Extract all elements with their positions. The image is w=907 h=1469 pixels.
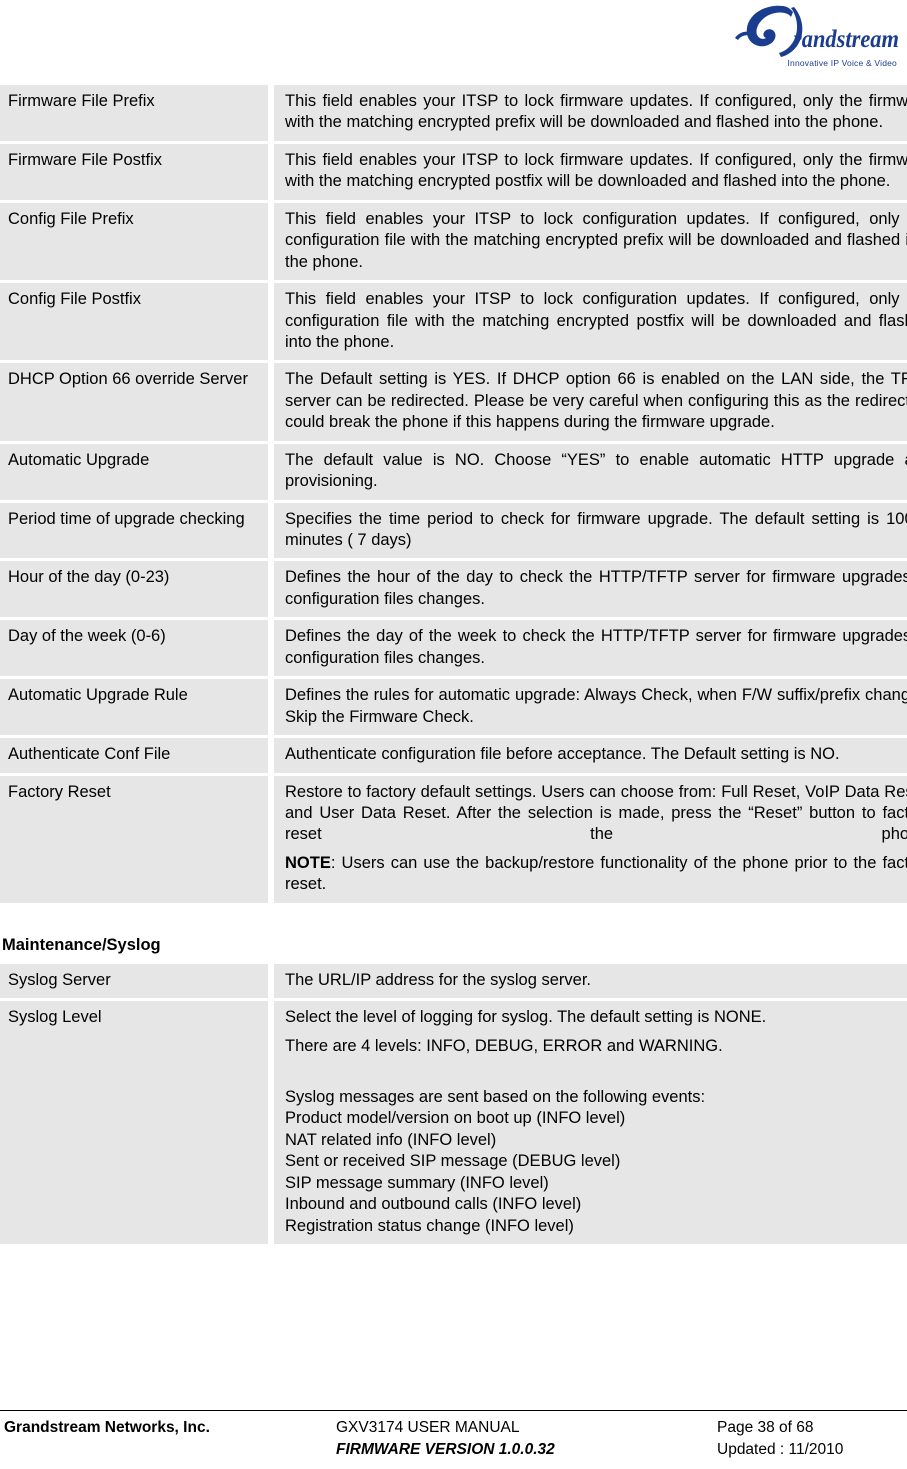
table-row: Config File Prefix This field enables yo… xyxy=(0,202,907,281)
setting-label: Firmware File Postfix xyxy=(0,143,274,200)
setting-label: DHCP Option 66 override Server xyxy=(0,363,274,441)
syslog-event-item: SIP message summary (INFO level) xyxy=(285,1173,549,1192)
table-row: Hour of the day (0-23) Defines the hour … xyxy=(0,561,907,618)
table-row: Day of the week (0-6) Defines the day of… xyxy=(0,620,907,677)
footer-manual-title: GXV3174 USER MANUAL xyxy=(336,1419,520,1436)
footer-content: Grandstream Networks, Inc. GXV3174 USER … xyxy=(0,1417,907,1461)
setting-label: Config File Prefix xyxy=(0,202,274,281)
syslog-event-item: Registration status change (INFO level) xyxy=(285,1216,574,1235)
setting-label: Factory Reset xyxy=(0,775,274,903)
syslog-table-body: Syslog Server The URL/IP address for the… xyxy=(0,963,907,1245)
setting-description: This field enables your ITSP to lock con… xyxy=(274,202,907,281)
footer-updated-date: Updated : 11/2010 xyxy=(717,1441,844,1458)
footer-divider xyxy=(0,1410,907,1411)
grandstream-logo: randstream Innovative IP Voice & Video xyxy=(705,2,901,68)
setting-description: Defines the rules for automatic upgrade:… xyxy=(274,679,907,736)
table-row: Syslog Level Select the level of logging… xyxy=(0,1001,907,1245)
table-row: Automatic Upgrade Rule Defines the rules… xyxy=(0,679,907,736)
setting-description: Select the level of logging for syslog. … xyxy=(274,1001,907,1245)
syslog-events-intro: Syslog messages are sent based on the fo… xyxy=(285,1088,706,1106)
footer-firmware-version: FIRMWARE VERSION 1.0.0.32 xyxy=(336,1441,555,1458)
table-row: Firmware File Postfix This field enables… xyxy=(0,143,907,200)
syslog-event-item: Sent or received SIP message (DEBUG leve… xyxy=(285,1152,621,1171)
factory-reset-description: Restore to factory default settings. Use… xyxy=(285,782,907,844)
setting-description: The Default setting is YES. If DHCP opti… xyxy=(274,363,907,441)
footer-company-name: Grandstream Networks, Inc. xyxy=(4,1419,210,1436)
setting-description: This field enables your ITSP to lock con… xyxy=(274,283,907,361)
setting-label: Hour of the day (0-23) xyxy=(0,561,274,618)
setting-description: Authenticate configuration file before a… xyxy=(274,738,907,773)
setting-label: Period time of upgrade checking xyxy=(0,502,274,559)
setting-label: Config File Postfix xyxy=(0,283,274,361)
setting-label: Automatic Upgrade Rule xyxy=(0,679,274,736)
table-row: Automatic Upgrade The default value is N… xyxy=(0,443,907,500)
syslog-event-item: Product model/version on boot up (INFO l… xyxy=(285,1109,626,1128)
grandstream-logo-icon: randstream xyxy=(735,5,899,57)
table-row: Period time of upgrade checking Specifie… xyxy=(0,502,907,559)
logo-tagline: Innovative IP Voice & Video xyxy=(787,58,897,68)
setting-label: Syslog Level xyxy=(0,1001,274,1245)
setting-label: Day of the week (0-6) xyxy=(0,620,274,677)
setting-description: Defines the day of the week to check the… xyxy=(274,620,907,677)
note-label: NOTE xyxy=(285,853,331,872)
syslog-event-item: NAT related info (INFO level) xyxy=(285,1130,497,1149)
setting-label: Authenticate Conf File xyxy=(0,738,274,773)
table-row: DHCP Option 66 override Server The Defau… xyxy=(0,363,907,441)
syslog-event-item: Inbound and outbound calls (INFO level) xyxy=(285,1195,582,1214)
footer-document-info: GXV3174 USER MANUAL FIRMWARE VERSION 1.0… xyxy=(296,1417,717,1461)
syslog-settings-table: Syslog Server The URL/IP address for the… xyxy=(0,961,907,1247)
setting-description: The URL/IP address for the syslog server… xyxy=(274,963,907,999)
upgrade-settings-table: Firmware File Prefix This field enables … xyxy=(0,82,907,906)
page-header: randstream Innovative IP Voice & Video xyxy=(0,0,907,82)
footer-page-number: Page 38 of 68 xyxy=(717,1419,814,1436)
setting-description: The default value is NO. Choose “YES” to… xyxy=(274,443,907,500)
setting-description: This field enables your ITSP to lock fir… xyxy=(274,143,907,200)
setting-description: Restore to factory default settings. Use… xyxy=(274,775,907,903)
table-row: Factory Reset Restore to factory default… xyxy=(0,775,907,903)
table-row: Authenticate Conf File Authenticate conf… xyxy=(0,738,907,773)
factory-reset-note: NOTE: Users can use the backup/restore f… xyxy=(285,853,907,896)
section-heading-maintenance-syslog: Maintenance/Syslog xyxy=(2,935,161,954)
page-footer: Grandstream Networks, Inc. GXV3174 USER … xyxy=(0,1410,907,1461)
setting-label: Syslog Server xyxy=(0,963,274,999)
table-row: Firmware File Prefix This field enables … xyxy=(0,85,907,141)
setting-label: Firmware File Prefix xyxy=(0,85,274,141)
setting-label: Automatic Upgrade xyxy=(0,443,274,500)
svg-text:randstream: randstream xyxy=(793,26,899,53)
setting-description: Specifies the time period to check for f… xyxy=(274,502,907,559)
setting-description: This field enables your ITSP to lock fir… xyxy=(274,85,907,141)
syslog-level-line-2: There are 4 levels: INFO, DEBUG, ERROR a… xyxy=(285,1036,723,1055)
syslog-level-line-1: Select the level of logging for syslog. … xyxy=(285,1008,767,1027)
table-row: Syslog Server The URL/IP address for the… xyxy=(0,963,907,999)
upgrade-table-body: Firmware File Prefix This field enables … xyxy=(0,85,907,903)
footer-page-info: Page 38 of 68 Updated : 11/2010 xyxy=(717,1417,907,1461)
table-row: Config File Postfix This field enables y… xyxy=(0,283,907,361)
note-text: : Users can use the backup/restore funct… xyxy=(285,853,907,894)
setting-description: Defines the hour of the day to check the… xyxy=(274,561,907,618)
